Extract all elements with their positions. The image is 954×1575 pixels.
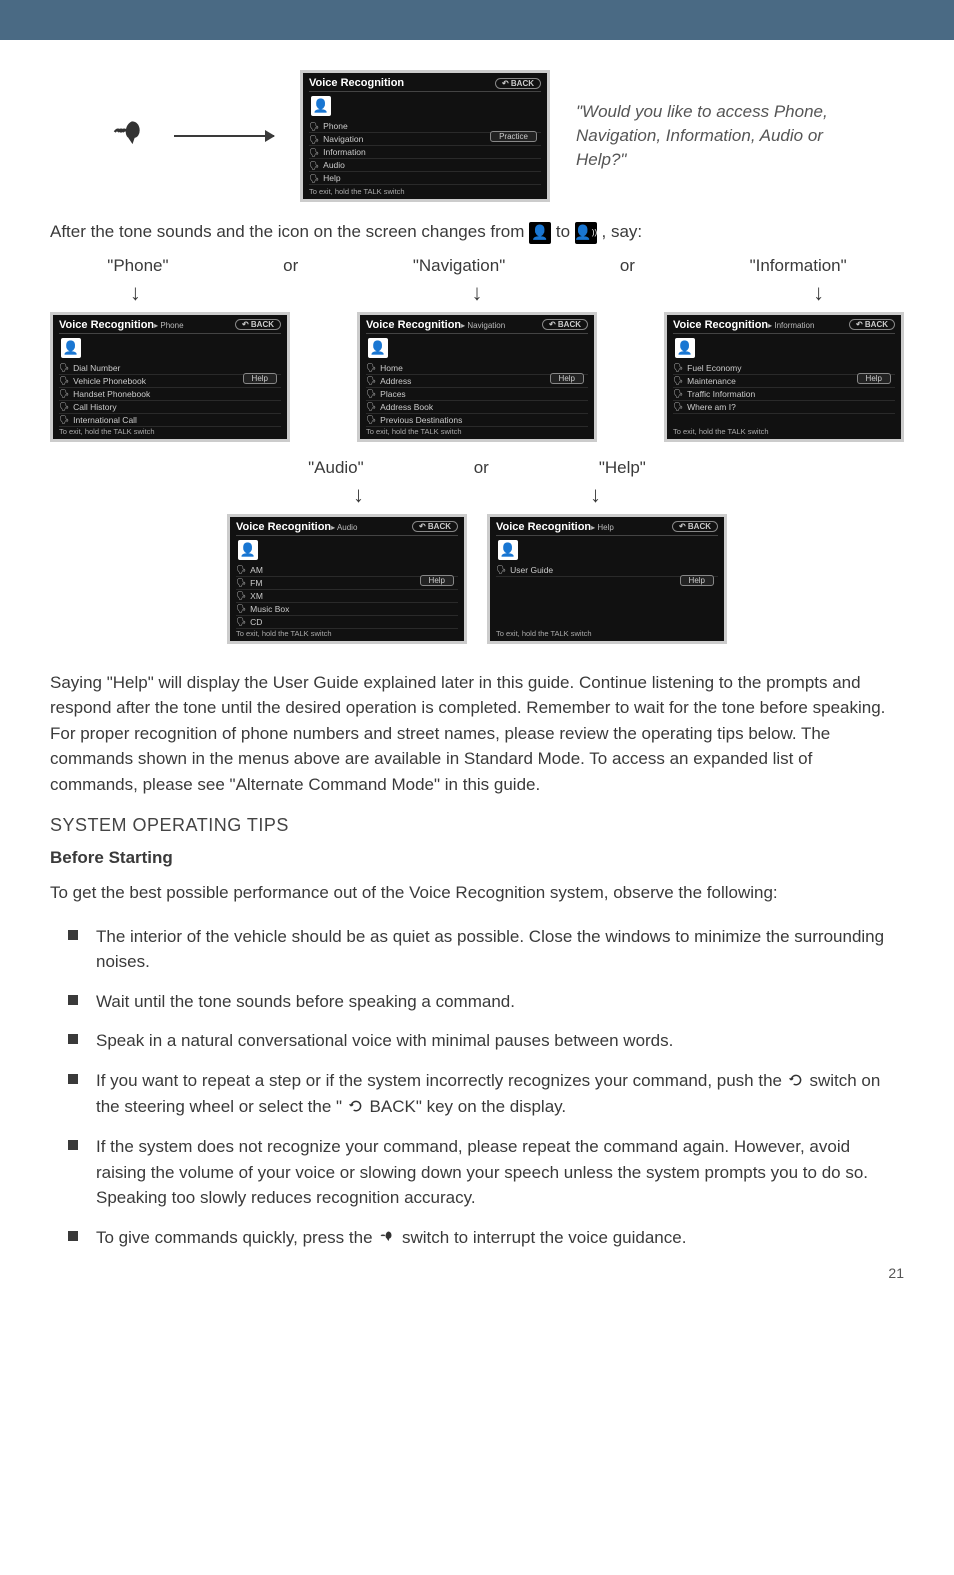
tip-item: To give commands quickly, press the swit… [78, 1225, 904, 1251]
screen-information: Voice Recognition▸ Information↶ BACK 👤 🗣… [664, 312, 904, 442]
menu-item[interactable]: 🗣Previous Destinations [366, 414, 588, 427]
head-icon: 👤 [238, 540, 258, 560]
screen-footer: To exit, hold the TALK switch [59, 427, 155, 436]
arrow-right-icon [174, 135, 274, 137]
tip-item: The interior of the vehicle should be as… [78, 924, 904, 975]
head-speaking-icon: 👤)) [575, 222, 597, 244]
arrow-down-icon: ↓ [590, 482, 601, 508]
system-prompt-quote: "Would you like to access Phone, Navigat… [576, 100, 856, 171]
tip-item: Speak in a natural conversational voice … [78, 1028, 904, 1054]
arrow-down-icon: ↓ [130, 280, 141, 306]
cmd-audio: "Audio" [308, 458, 364, 478]
screen-footer: To exit, hold the TALK switch [496, 629, 592, 638]
help-button[interactable]: Help [550, 373, 584, 384]
back-button[interactable]: ↶ BACK [495, 78, 541, 89]
head-static-icon: 👤 [529, 222, 551, 244]
head-icon: 👤 [61, 338, 81, 358]
or-label: or [474, 458, 489, 478]
screen-navigation: Voice Recognition▸ Navigation↶ BACK 👤 🗣H… [357, 312, 597, 442]
screen-main-title-row: Voice Recognition ↶ BACK [309, 77, 541, 92]
tip-item: If the system does not recognize your co… [78, 1134, 904, 1211]
help-button[interactable]: Help [420, 575, 454, 586]
menu-item[interactable]: 🗣International Call [59, 414, 281, 427]
section-heading: SYSTEM OPERATING TIPS [50, 815, 904, 836]
menu-item[interactable]: 🗣Audio [309, 159, 541, 172]
cmd-phone: "Phone" [107, 256, 168, 276]
cmd-navigation: "Navigation" [413, 256, 505, 276]
subsection-heading: Before Starting [50, 848, 904, 868]
head-icon: 👤 [368, 338, 388, 358]
arrow-down-icon: ↓ [813, 280, 824, 306]
tips-intro: To get the best possible performance out… [50, 880, 904, 906]
talk-icon [110, 113, 148, 159]
header-bar [0, 0, 954, 40]
tip-item: Wait until the tone sounds before speaki… [78, 989, 904, 1015]
or-label: or [283, 256, 298, 276]
screen-footer: To exit, hold the TALK switch [366, 427, 462, 436]
tip-item: If you want to repeat a step or if the s… [78, 1068, 904, 1121]
screen-help: Voice Recognition▸ Help↶ BACK 👤 🗣User Gu… [487, 514, 727, 644]
back-button[interactable]: ↶ BACK [542, 319, 588, 330]
menu-item[interactable]: 🗣Places [366, 388, 588, 401]
back-arrow-icon [787, 1069, 805, 1095]
back-button[interactable]: ↶ BACK [672, 521, 718, 532]
screen-main-title: Voice Recognition [309, 77, 404, 89]
commands-row-1: "Phone" or "Navigation" or "Information"… [50, 256, 904, 644]
menu-item[interactable]: 🗣XM [236, 590, 458, 603]
page: Voice Recognition ↶ BACK 👤 🗣Phone 🗣Navig… [0, 0, 954, 1321]
menu-item[interactable]: 🗣CD [236, 616, 458, 629]
or-label: or [620, 256, 635, 276]
back-button[interactable]: ↶ BACK [412, 521, 458, 532]
tips-list: The interior of the vehicle should be as… [50, 924, 904, 1251]
menu-item[interactable]: 🗣Handset Phonebook [59, 388, 281, 401]
after-tone-text: After the tone sounds and the icon on th… [50, 220, 904, 244]
arrow-down-icon: ↓ [471, 280, 482, 306]
help-button[interactable]: Help [243, 373, 277, 384]
menu-item[interactable]: 🗣Traffic Information [673, 388, 895, 401]
menu-item[interactable]: 🗣Call History [59, 401, 281, 414]
practice-button[interactable]: Practice [490, 131, 537, 142]
help-paragraph: Saying "Help" will display the User Guid… [50, 670, 904, 798]
head-icon: 👤 [675, 338, 695, 358]
back-button[interactable]: ↶ BACK [235, 319, 281, 330]
screen-footer: To exit, hold the TALK switch [673, 427, 769, 436]
screen-audio: Voice Recognition▸ Audio↶ BACK 👤 🗣AM 🗣FM… [227, 514, 467, 644]
back-button[interactable]: ↶ BACK [849, 319, 895, 330]
menu-item[interactable]: 🗣Address Book [366, 401, 588, 414]
talk-icon [377, 1226, 397, 1252]
screen-phone: Voice Recognition▸ Phone↶ BACK 👤 🗣Dial N… [50, 312, 290, 442]
menu-item[interactable]: 🗣Where am I? [673, 401, 895, 414]
page-number: 21 [50, 1265, 904, 1281]
menu-item[interactable]: 🗣Music Box [236, 603, 458, 616]
screen-main: Voice Recognition ↶ BACK 👤 🗣Phone 🗣Navig… [300, 70, 550, 202]
cmd-information: "Information" [750, 256, 847, 276]
head-icon: 👤 [311, 96, 331, 116]
head-icon: 👤 [498, 540, 518, 560]
screen-footer: To exit, hold the TALK switch [236, 629, 332, 638]
screen-footer: To exit, hold the TALK switch [309, 187, 405, 196]
help-button[interactable]: Help [857, 373, 891, 384]
menu-item[interactable]: 🗣Information [309, 146, 541, 159]
help-button[interactable]: Help [680, 575, 714, 586]
cmd-help: "Help" [599, 458, 646, 478]
prompt-row: Voice Recognition ↶ BACK 👤 🗣Phone 🗣Navig… [50, 70, 904, 202]
arrow-down-icon: ↓ [353, 482, 364, 508]
back-arrow-icon [347, 1095, 365, 1121]
menu-item[interactable]: 🗣Help [309, 172, 541, 185]
